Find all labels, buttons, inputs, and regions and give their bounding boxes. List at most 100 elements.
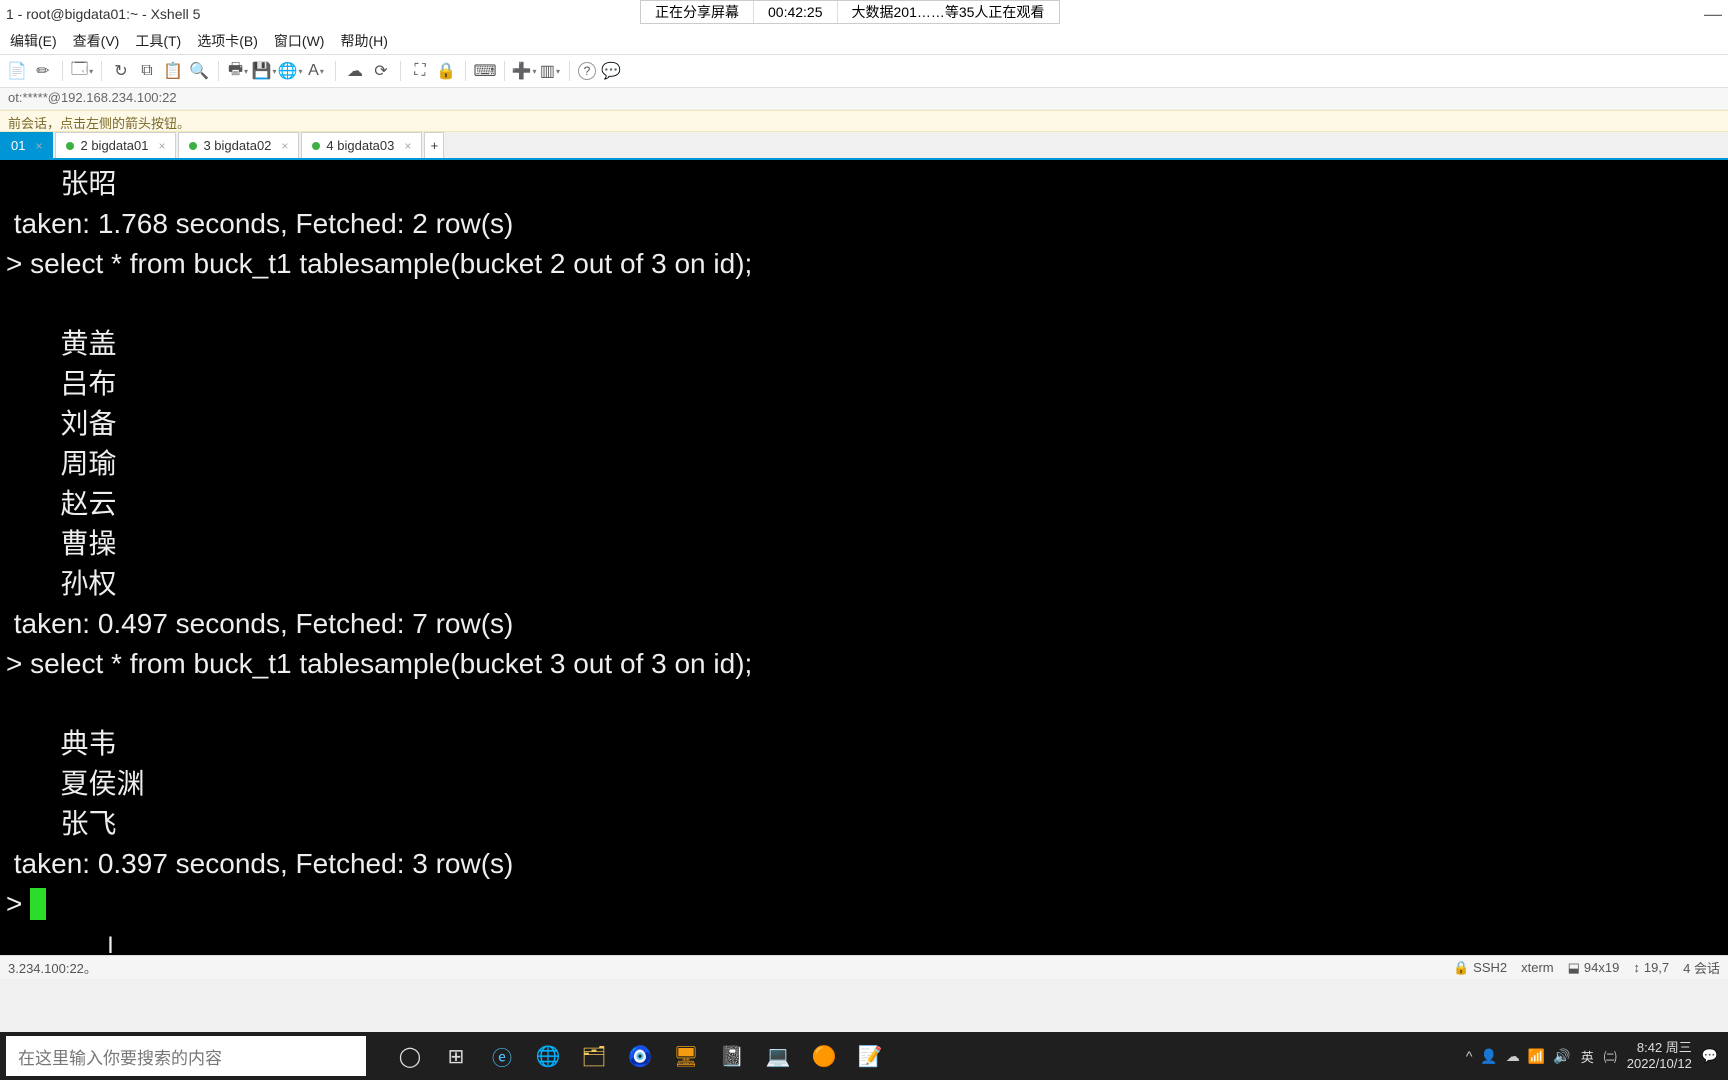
tray-cloud-icon[interactable]: ☁ [1506,1048,1520,1065]
open-icon[interactable]: ✏ [32,60,54,82]
keyboard-icon[interactable]: ⌨ [474,60,496,82]
vm-icon[interactable]: 🖥 [672,1042,700,1070]
line: 吕布 [6,368,116,399]
toolbar-sep [465,61,466,81]
chat-icon[interactable]: 💬 [600,60,622,82]
toolbar-sep [400,61,401,81]
status-dot-icon [312,142,320,150]
search-icon[interactable]: 🔍 [188,60,210,82]
tray-people-icon[interactable]: 👤 [1480,1048,1497,1065]
chrome-icon[interactable]: 🟠 [810,1042,838,1070]
menu-view[interactable]: 查看(V) [65,31,128,51]
tab-label: 4 bigdata03 [326,138,394,153]
plus-icon[interactable]: ➕ [513,60,535,82]
reconnect-icon[interactable]: ↻ [110,60,132,82]
menu-tabs[interactable]: 选项卡(B) [189,31,266,51]
print-icon[interactable]: 🖶 [227,60,249,82]
cloud-icon[interactable]: ☁ [344,60,366,82]
hint-bar: 前会话，点击左侧的箭头按钮。 [0,110,1728,132]
session-tab-2[interactable]: 2 bigdata01 × [55,132,176,158]
windows-taskbar: 在这里输入你要搜索的内容 ◯ ⊞ ⓔ 🌐 🗂 🧿 🖥 📓 💻 🟠 📝 ^ 👤 ☁… [0,1032,1728,1080]
help-icon[interactable]: ? [578,62,596,80]
expand-icon[interactable]: ⛶ [409,60,431,82]
lock-icon: 🔒 [1453,960,1469,976]
font-icon[interactable]: A [305,60,327,82]
clock-time: 8:42 周三 [1627,1040,1692,1056]
line: taken: 0.397 seconds, Fetched: 3 row(s) [6,848,513,879]
system-tray: ^ 👤 ☁ 📶 🔊 英 ㈡ 8:42 周三 2022/10/12 💬 [1466,1040,1728,1072]
paste-icon[interactable]: 📋 [162,60,184,82]
tab-close-icon[interactable]: × [158,139,165,153]
tray-up-icon[interactable]: ^ [1466,1048,1473,1065]
screen-share-overlay: 正在分享屏幕 00:42:25 大数据201……等35人正在观看 [640,0,1060,24]
line: 刘备 [6,408,116,439]
ime-mode[interactable]: ㈡ [1604,1047,1617,1066]
terminal-output[interactable]: 张昭 taken: 1.768 seconds, Fetched: 2 row(… [0,160,1728,955]
toolbar-sep [218,61,219,81]
line: 曹操 [6,528,116,559]
action-center-icon[interactable]: 💬 [1702,1048,1718,1064]
terminal-cursor [30,888,46,920]
notes-icon[interactable]: 📝 [856,1042,884,1070]
save-icon[interactable]: 💾 [253,60,275,82]
session-tab-1[interactable]: 01 × [0,132,53,158]
status-size: ⬓ 94x19 [1568,960,1620,976]
new-tab-button[interactable]: + [424,132,444,158]
xshell-icon[interactable]: 💻 [764,1042,792,1070]
taskbar-search-input[interactable]: 在这里输入你要搜索的内容 [6,1036,366,1076]
tab-label: 01 [11,138,25,153]
menu-edit[interactable]: 编辑(E) [2,31,65,51]
tray-wifi-icon[interactable]: 📶 [1528,1048,1545,1065]
line: 周瑜 [6,448,116,479]
copy-icon[interactable]: ⧉ [136,60,158,82]
tab-close-icon[interactable]: × [404,139,411,153]
status-sessions: 4 会话 [1683,958,1720,977]
profile-icon[interactable]: 🗔 [71,60,93,82]
toolbar-sep [569,61,570,81]
toolbar-sep [101,61,102,81]
reload-icon[interactable]: ⟳ [370,60,392,82]
search-placeholder: 在这里输入你要搜索的内容 [18,1044,222,1069]
line: 张飞 [6,808,116,839]
ie-icon[interactable]: ⓔ [488,1042,516,1070]
tray-sound-icon[interactable]: 🔊 [1553,1048,1570,1065]
globe-icon[interactable]: 🌐 [279,60,301,82]
file-explorer-icon[interactable]: 🗂 [580,1042,608,1070]
session-tab-4[interactable]: 4 bigdata03 × [301,132,422,158]
menu-bar: 编辑(E) 查看(V) 工具(T) 选项卡(B) 窗口(W) 帮助(H) [0,28,1728,54]
status-dot-icon [189,142,197,150]
plus-icon: + [431,138,439,153]
lock-icon[interactable]: 🔒 [435,60,457,82]
status-term: xterm [1521,960,1554,975]
new-session-icon[interactable]: 📄 [6,60,28,82]
status-ssh: 🔒SSH2 [1453,960,1507,976]
menu-window[interactable]: 窗口(W) [266,31,333,51]
task-view-icon[interactable]: ⊞ [442,1042,470,1070]
hint-text: 前会话，点击左侧的箭头按钮。 [8,116,190,131]
session-tab-strip: 01 × 2 bigdata01 × 3 bigdata02 × 4 bigda… [0,132,1728,160]
window-minimize-button[interactable]: — [1704,4,1722,25]
line: taken: 1.768 seconds, Fetched: 2 row(s) [6,208,513,239]
window-title: 1 - root@bigdata01:~ - Xshell 5 [6,6,200,22]
share-viewers: 大数据201……等35人正在观看 [838,1,1059,23]
menu-help[interactable]: 帮助(H) [332,31,395,51]
line: > select * from buck_t1 tablesample(buck… [6,248,752,279]
cortana-icon[interactable]: ◯ [396,1042,424,1070]
taskbar-clock[interactable]: 8:42 周三 2022/10/12 [1627,1040,1692,1072]
session-tab-3[interactable]: 3 bigdata02 × [178,132,299,158]
tab-close-icon[interactable]: × [35,139,42,153]
share-status: 正在分享屏幕 [641,1,754,23]
menu-tools[interactable]: 工具(T) [127,31,189,51]
line: 典韦 [6,728,116,759]
ime-lang[interactable]: 英 [1581,1047,1594,1066]
address-text: ot:*****@192.168.234.100:22 [8,90,177,105]
edge-icon[interactable]: 🌐 [534,1042,562,1070]
app-icon-1[interactable]: 🧿 [626,1042,654,1070]
clock-date: 2022/10/12 [1627,1056,1692,1072]
notepad-icon[interactable]: 📓 [718,1042,746,1070]
taskbar-center: ◯ ⊞ ⓔ 🌐 🗂 🧿 🖥 📓 💻 🟠 📝 [366,1042,1466,1070]
columns-icon[interactable]: ▥ [539,60,561,82]
tab-close-icon[interactable]: × [281,139,288,153]
address-bar[interactable]: ot:*****@192.168.234.100:22 [0,88,1728,110]
tray-icons: ^ 👤 ☁ 📶 🔊 [1466,1048,1571,1065]
